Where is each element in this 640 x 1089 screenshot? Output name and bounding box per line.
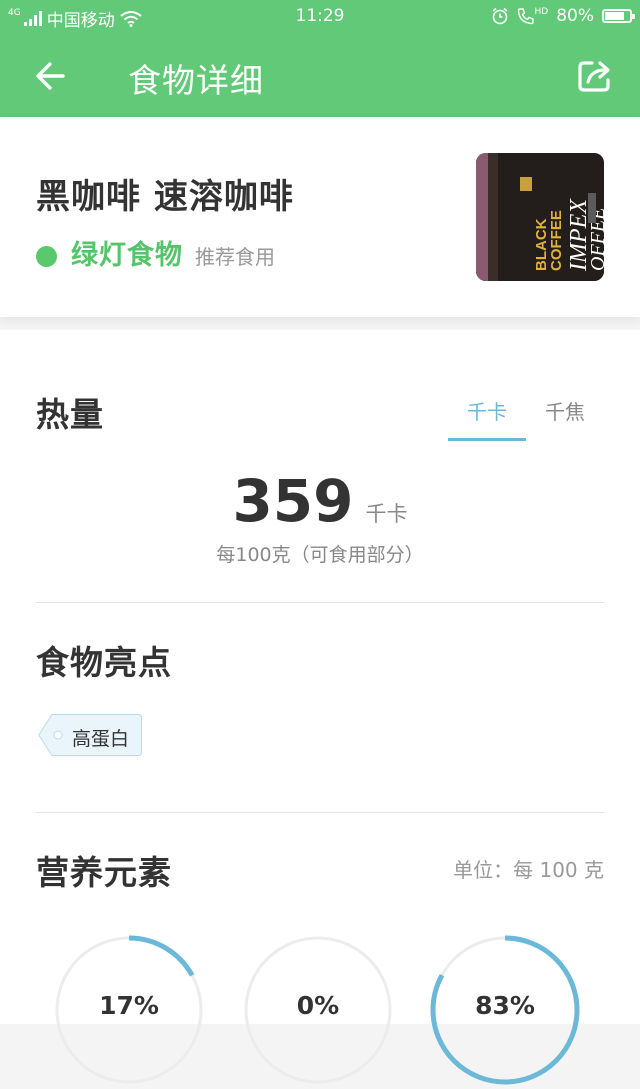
- nutrients-unit-note: 单位：每 100 克: [453, 858, 604, 882]
- green-light-icon: [36, 246, 57, 267]
- food-name: 黑咖啡 速溶咖啡: [36, 177, 294, 217]
- nutrient-percent: 17%: [99, 991, 159, 1020]
- hd-label: HD: [534, 7, 549, 17]
- calorie-basis-note: 每100克（可食用部分）: [216, 544, 424, 566]
- back-button[interactable]: [30, 54, 74, 98]
- share-button[interactable]: [574, 54, 618, 98]
- nutrients-title: 营养元素: [36, 853, 172, 892]
- light-label: 绿灯食物: [71, 240, 183, 271]
- section-divider: [36, 602, 604, 603]
- calorie-value: 359: [232, 467, 354, 535]
- alarm-icon: [491, 7, 508, 25]
- coffee-package-image: BLACK COFFEE IMPEX OFFEE: [476, 153, 604, 281]
- food-image[interactable]: BLACK COFFEE IMPEX OFFEE: [476, 153, 604, 281]
- nutrient-ring-2[interactable]: 0%: [243, 935, 393, 1085]
- svg-text:COFFEE: COFFEE: [548, 210, 565, 271]
- section-divider: [36, 812, 604, 813]
- share-icon: [578, 61, 610, 92]
- active-tab-indicator: [448, 438, 526, 441]
- battery-icon: [602, 9, 635, 23]
- nutrient-percent: 83%: [475, 991, 535, 1020]
- tab-kcal[interactable]: 千卡: [448, 396, 526, 425]
- highlight-tag[interactable]: 高蛋白: [38, 714, 142, 756]
- calorie-readout: 359 千卡: [0, 467, 640, 535]
- status-bar: 4G 中国移动 11:29 HD 80%: [0, 0, 640, 34]
- nutrient-ring-3[interactable]: 83%: [430, 935, 580, 1085]
- tab-kj[interactable]: 千焦: [526, 396, 604, 425]
- calories-title: 热量: [36, 395, 104, 434]
- arrow-left-icon: [36, 62, 65, 90]
- nutrient-percent: 0%: [296, 991, 340, 1020]
- nav-bar: 食物详细: [0, 34, 640, 117]
- highlight-tag-label: 高蛋白: [72, 728, 130, 750]
- battery-percent: 80%: [556, 6, 594, 26]
- food-detail-content: 热量 千卡 千焦 359 千卡 每100克（可食用部分） 食物亮点 高蛋白 营养元…: [0, 330, 640, 1085]
- food-summary-card: 黑咖啡 速溶咖啡 绿灯食物 推荐食用 BLACK COFFEE IMPEX OF…: [0, 117, 640, 317]
- calorie-unit: 千卡: [365, 502, 408, 526]
- nutrient-ring-1[interactable]: 17%: [54, 935, 204, 1085]
- app-header: 4G 中国移动 11:29 HD 80% 食物详细: [0, 0, 640, 117]
- food-light-rating: 绿灯食物 推荐食用: [36, 233, 275, 272]
- highlights-title: 食物亮点: [36, 643, 172, 682]
- page-title: 食物详细: [128, 61, 264, 100]
- hd-call-icon: [517, 8, 534, 25]
- light-note: 推荐食用: [195, 245, 275, 269]
